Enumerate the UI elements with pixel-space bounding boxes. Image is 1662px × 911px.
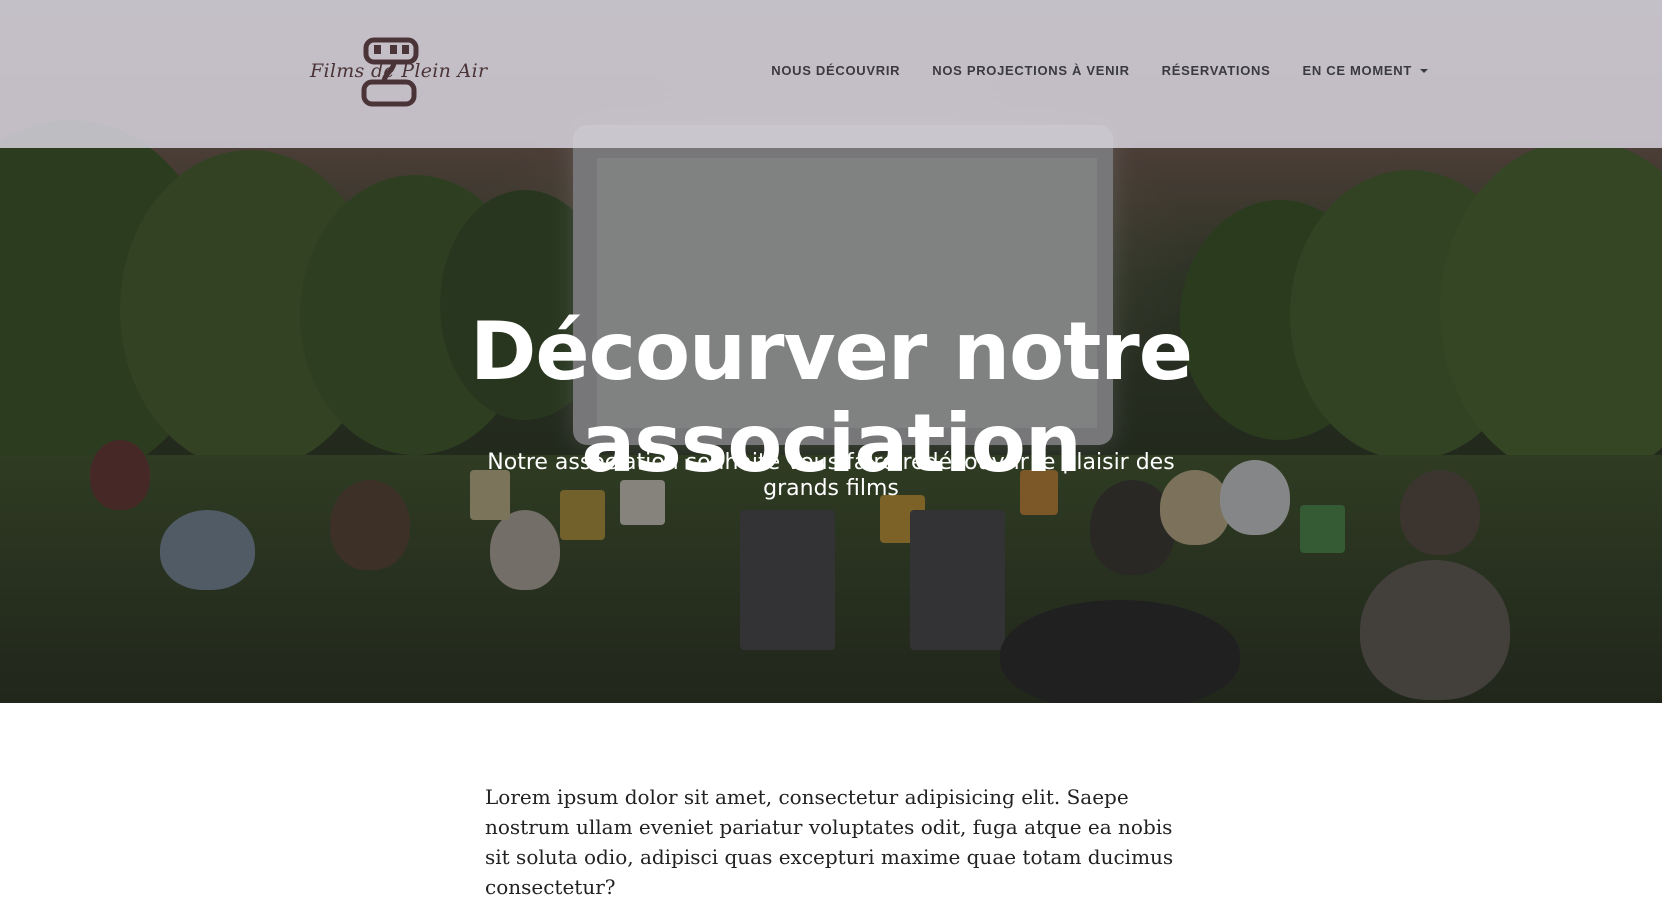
nav-item-reservations[interactable]: RÉSERVATIONS [1162,63,1271,78]
caret-down-icon [1420,68,1428,73]
navbar: Films de Plein Air NOUS DÉCOUVRIR NOS PR… [0,0,1662,148]
brand-logo-text: Films de Plein Air [310,60,488,82]
nav-item-nous-decouvrir[interactable]: NOUS DÉCOUVRIR [771,63,900,78]
main-navigation: NOUS DÉCOUVRIR NOS PROJECTIONS À VENIR R… [771,63,1428,78]
nav-item-en-ce-moment-dropdown[interactable]: EN CE MOMENT [1302,63,1428,78]
hero-subtitle: Notre association souhaite vous faire re… [487,450,1175,501]
intro-paragraph: Lorem ipsum dolor sit amet, consectetur … [485,785,1174,899]
nav-item-nos-projections[interactable]: NOS PROJECTIONS À VENIR [932,63,1129,78]
nav-item-en-ce-moment-label: EN CE MOMENT [1302,63,1412,78]
brand-logo[interactable]: Films de Plein Air [306,32,487,108]
